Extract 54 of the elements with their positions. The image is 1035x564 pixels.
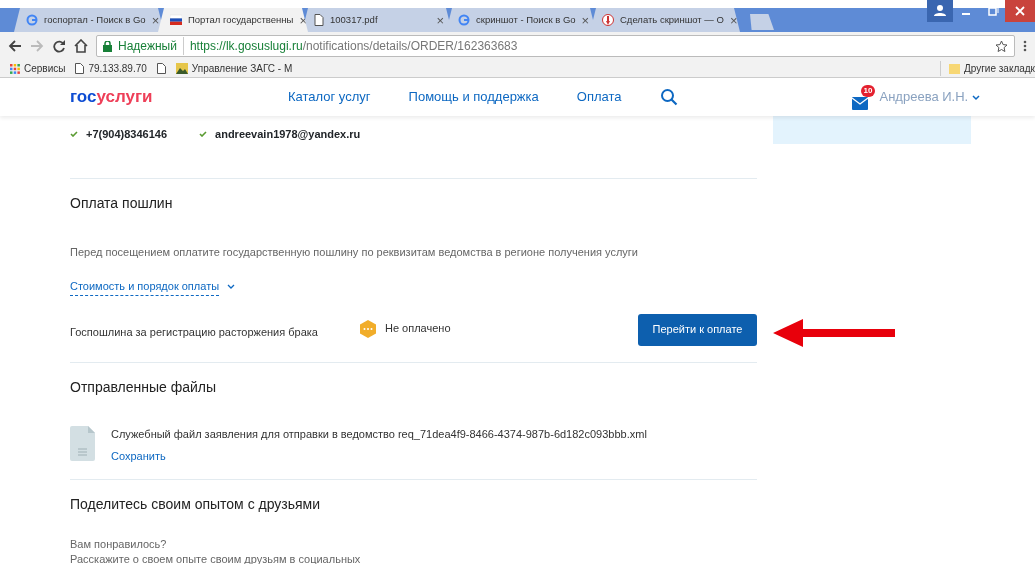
nav-link[interactable]: Каталог услуг [288, 87, 371, 107]
contact-text: andreevain1978@yandex.ru [215, 127, 361, 142]
search-icon[interactable] [659, 88, 678, 106]
section-title: Поделитесь своим опытом с друзьями [70, 495, 322, 514]
check-icon [70, 131, 78, 138]
section-title: Отправленные файлы [70, 377, 218, 397]
star-icon[interactable] [995, 39, 1008, 53]
security-label: Надежный [118, 38, 177, 55]
google-icon [458, 14, 470, 26]
nav-link[interactable]: Оплата [576, 87, 622, 107]
google-icon [26, 14, 38, 26]
close-icon[interactable]: × [581, 13, 590, 27]
status-text: Не оплачено [385, 321, 451, 337]
address-bar[interactable]: Надежный https://lk.gosuslugi.ru/notifications/details/ORDER/162363683 [96, 35, 1015, 57]
site-logo[interactable]: госуслуги [70, 84, 288, 110]
section-title: Оплата пошлин [70, 193, 174, 213]
lock-icon [103, 40, 112, 52]
document-icon[interactable] [156, 63, 166, 74]
close-icon[interactable]: × [729, 13, 738, 27]
check-icon [199, 131, 208, 138]
envelope-icon[interactable] [851, 96, 868, 110]
chevron-icon [227, 283, 236, 290]
contact-text: +7(904)8346146 [86, 127, 168, 142]
document-icon [75, 63, 85, 74]
back-icon[interactable] [8, 39, 22, 53]
bookmark[interactable]: Управление ЗАГС - М [175, 61, 293, 76]
flag-icon [170, 14, 182, 26]
file-name: Служебный файл заявления для отправки в ведомство req_71dea4f9-8466-4374-987b-6d182c093bbb.xml [111, 426, 647, 442]
description-text: Перед посещением оплатите государственную пошлину по реквизитам ведомства в регионе получения услуги [70, 244, 639, 260]
share-text: Вам понравилось? [70, 537, 168, 552]
url-text: https://lk.gosuslugi.ru/notifications/details/ORDER/162363683 [182, 37, 989, 55]
nav-link[interactable]: Помощь и поддержка [408, 87, 539, 107]
close-icon[interactable]: × [436, 13, 444, 27]
save-link[interactable]: Сохранить [111, 448, 166, 465]
folder-icon [948, 63, 960, 74]
pay-button[interactable]: Перейти к оплате [638, 313, 757, 346]
emblem-icon [175, 63, 188, 74]
menu-icon[interactable] [1023, 39, 1027, 53]
close-icon[interactable]: × [151, 13, 160, 27]
browser-tab[interactable]: Сделать скриншот — О × [590, 8, 740, 32]
document-icon [314, 14, 324, 26]
reload-icon[interactable] [52, 39, 66, 53]
apps-icon [10, 63, 20, 74]
bookmark[interactable]: Сервисы [10, 61, 66, 76]
pin-icon [602, 14, 614, 26]
bookmark-folder[interactable]: Другие закладк [939, 61, 1035, 76]
file-icon [70, 425, 95, 461]
chevron-icon [971, 94, 980, 101]
notification-badge: 10 [860, 84, 876, 97]
fee-name: Госпошлина за регистрацию расторжения брака [70, 324, 319, 340]
close-icon[interactable] [1005, 0, 1035, 22]
details-link[interactable]: Стоимость и порядок оплаты [70, 278, 220, 296]
bookmark[interactable]: 79.133.89.70 [75, 61, 147, 76]
home-icon[interactable] [74, 39, 88, 53]
